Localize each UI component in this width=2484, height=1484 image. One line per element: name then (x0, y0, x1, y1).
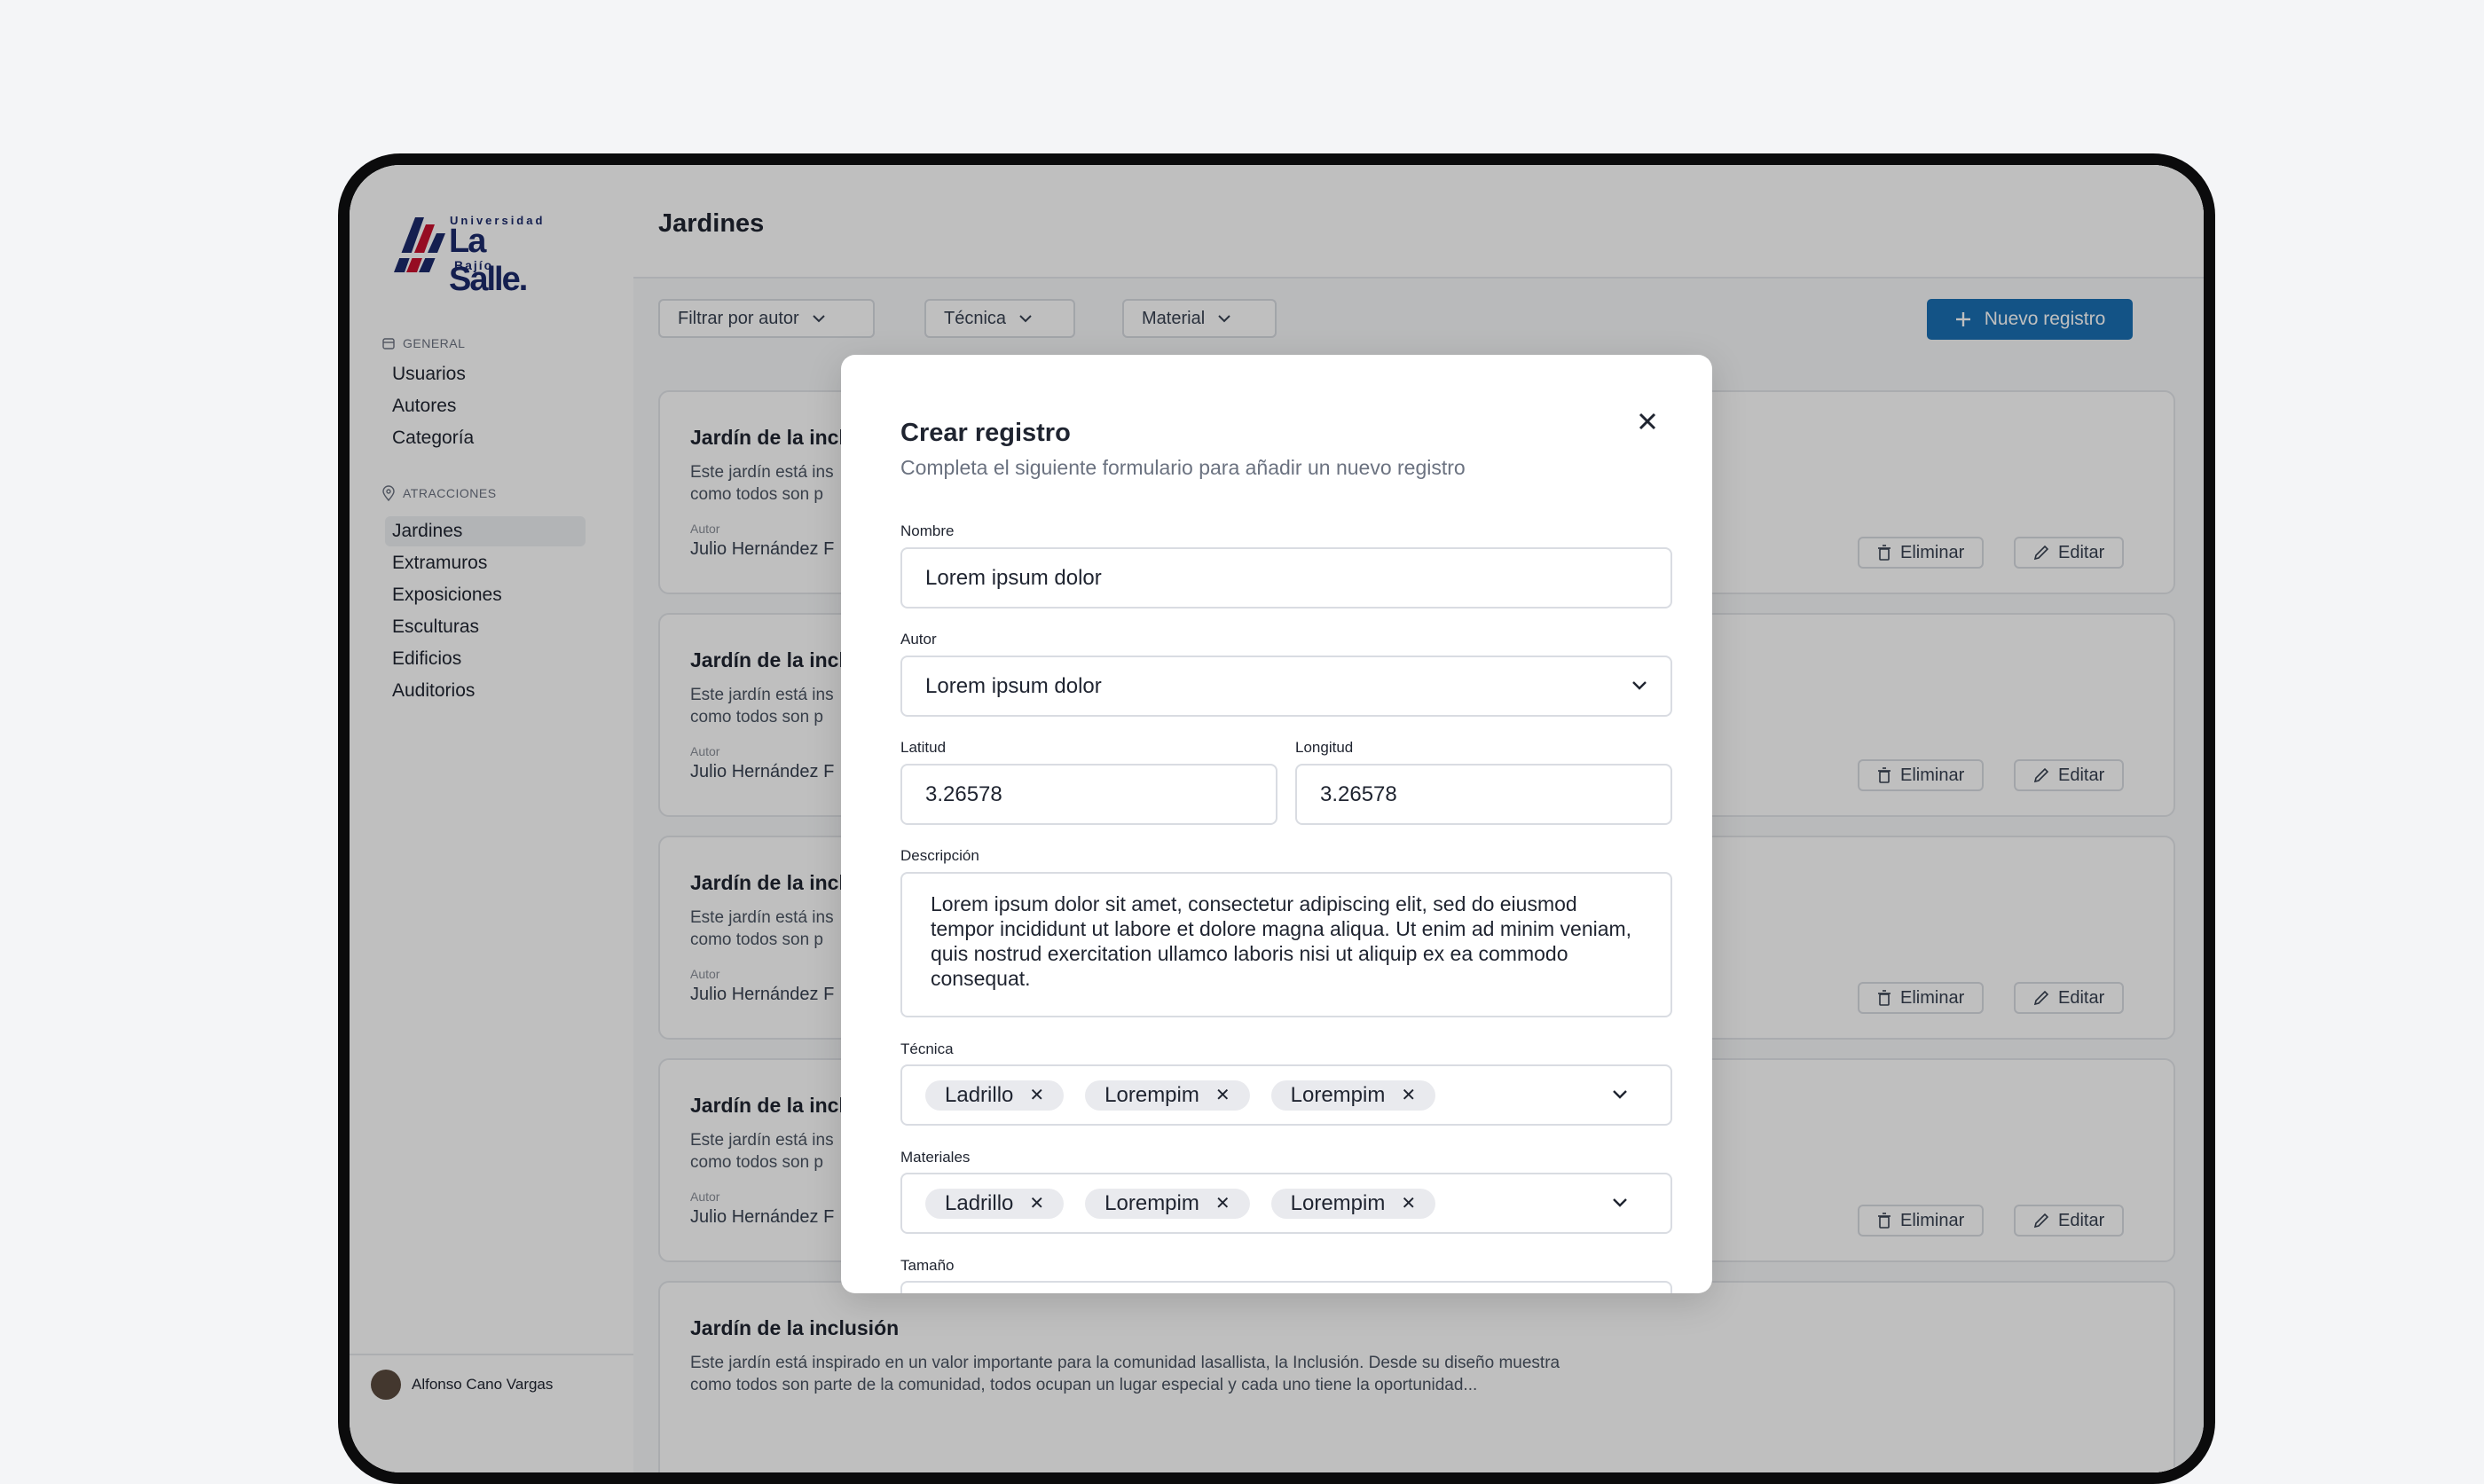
modal-subtitle: Completa el siguiente formulario para añ… (900, 456, 1466, 479)
chip-label: Lorempim (1104, 1190, 1199, 1215)
chip: Lorempim ✕ (1085, 1188, 1250, 1219)
nombre-field[interactable] (900, 547, 1672, 609)
chip: Lorempim ✕ (1270, 1188, 1436, 1219)
remove-chip-icon[interactable]: ✕ (1215, 1084, 1230, 1106)
chip-label: Ladrillo (945, 1082, 1014, 1107)
chevron-down-icon[interactable] (1612, 1197, 1628, 1208)
chip-label: Lorempim (1290, 1190, 1386, 1215)
chip-label: Lorempim (1290, 1082, 1386, 1107)
nombre-input[interactable] (925, 565, 1647, 591)
remove-chip-icon[interactable]: ✕ (1029, 1192, 1044, 1214)
chevron-down-icon (1632, 680, 1647, 690)
longitud-field[interactable] (1295, 764, 1672, 825)
remove-chip-icon[interactable]: ✕ (1401, 1192, 1416, 1214)
create-record-modal: Crear registro Completa el siguiente for… (841, 355, 1712, 1293)
remove-chip-icon[interactable]: ✕ (1029, 1084, 1044, 1106)
autor-value: Lorem ipsum dolor (925, 673, 1102, 698)
materiales-chips: Ladrillo ✕ Lorempim ✕ Lorempim ✕ (925, 1188, 1457, 1219)
materiales-label: Materiales (900, 1149, 971, 1166)
latitud-input[interactable] (925, 781, 1253, 807)
longitud-input[interactable] (1320, 781, 1647, 807)
latitud-field[interactable] (900, 764, 1277, 825)
chip: Lorempim ✕ (1085, 1080, 1250, 1111)
chip: Lorempim ✕ (1270, 1080, 1436, 1111)
descripcion-label: Descripción (900, 847, 979, 864)
tamano-field[interactable] (900, 1281, 1672, 1293)
modal-title: Crear registro (900, 419, 1071, 447)
autor-label: Autor (900, 631, 937, 648)
chip-label: Lorempim (1104, 1082, 1199, 1107)
chip-label: Ladrillo (945, 1190, 1014, 1215)
remove-chip-icon[interactable]: ✕ (1401, 1084, 1416, 1106)
tecnica-chips: Ladrillo ✕ Lorempim ✕ Lorempim ✕ (925, 1080, 1457, 1111)
latitud-label: Latitud (900, 739, 947, 756)
close-icon[interactable] (1634, 408, 1661, 435)
descripcion-textarea[interactable]: Lorem ipsum dolor sit amet, consectetur … (900, 872, 1672, 1017)
materiales-multiselect[interactable]: Ladrillo ✕ Lorempim ✕ Lorempim ✕ (900, 1173, 1672, 1234)
chip: Ladrillo ✕ (925, 1080, 1065, 1111)
nombre-label: Nombre (900, 522, 955, 539)
tecnica-multiselect[interactable]: Ladrillo ✕ Lorempim ✕ Lorempim ✕ (900, 1064, 1672, 1126)
tecnica-label: Técnica (900, 1040, 954, 1057)
remove-chip-icon[interactable]: ✕ (1215, 1192, 1230, 1214)
tamano-label: Tamaño (900, 1257, 955, 1274)
longitud-label: Longitud (1295, 739, 1354, 756)
chevron-down-icon[interactable] (1612, 1089, 1628, 1100)
chip: Ladrillo ✕ (925, 1188, 1065, 1219)
autor-select[interactable]: Lorem ipsum dolor (900, 656, 1672, 717)
